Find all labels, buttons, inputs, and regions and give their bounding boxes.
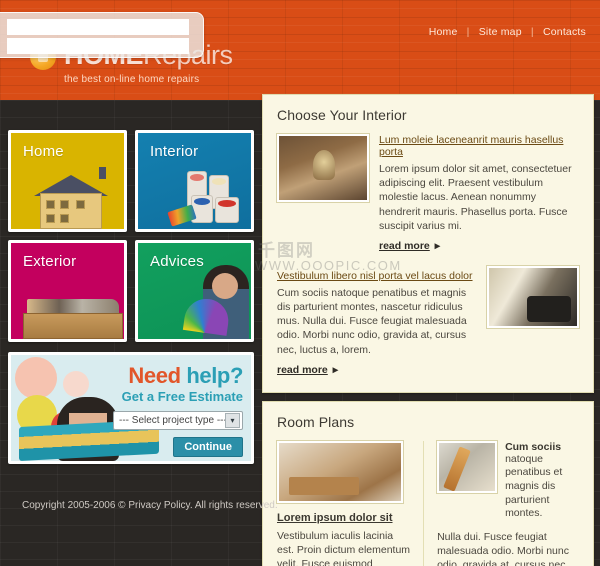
- panel-room-plans: Room Plans Lorem ipsum dolor sit Vestibu…: [262, 400, 594, 566]
- article-interior-2: Vestibulum libero nisl porta vel lacus d…: [277, 264, 580, 378]
- arrow-right-icon: ▸: [434, 239, 441, 252]
- nav-separator: |: [466, 26, 470, 38]
- japanese-room-photo[interactable]: [486, 264, 580, 329]
- top-navigation: Home | Site map | Contacts: [429, 26, 586, 38]
- room-plans-right-column: Cum sociis natoque penatibus et magnis d…: [423, 439, 579, 566]
- room-plans-right-head: Cum sociis natoque penatibus et magnis d…: [436, 439, 579, 521]
- house-window: [46, 200, 55, 209]
- nav-link-contacts[interactable]: Contacts: [543, 26, 586, 38]
- house-window: [76, 200, 85, 209]
- article-title-link[interactable]: Vestibulum libero nisl porta vel lacus d…: [277, 270, 473, 282]
- room-plans-columns: Lorem ipsum dolor sit Vestibulum iaculis…: [276, 439, 579, 566]
- right-column: Choose Your Interior Lum moleie lacenean…: [262, 94, 594, 566]
- room-plans-right-title: Cum sociis: [505, 440, 562, 453]
- paint-can: [215, 197, 239, 223]
- read-more-link[interactable]: read more ▸: [277, 364, 338, 376]
- section-title-interior: Choose Your Interior: [277, 107, 407, 123]
- category-tiles: Home Interior Exterior Advices: [8, 130, 254, 342]
- logo-tagline: the best on-line home repairs: [64, 74, 200, 85]
- nav-link-site-map[interactable]: Site map: [479, 26, 522, 38]
- room-plans-right-paragraph: Nulla dui. Fusce feugiat malesuada odio.…: [437, 530, 569, 566]
- read-more-label: read more: [277, 363, 328, 376]
- living-room-photo[interactable]: [276, 439, 404, 504]
- tile-advices-label: Advices: [150, 253, 204, 270]
- read-more-link[interactable]: read more ▸: [379, 240, 440, 252]
- room-plans-right-lead-block: Cum sociis natoque penatibus et magnis d…: [505, 441, 579, 521]
- fireplace-interior-photo[interactable]: [276, 133, 370, 203]
- promo-headline-rest: help?: [180, 363, 243, 388]
- tile-interior-label: Interior: [150, 143, 199, 160]
- project-type-select-value: --- Select project type ---: [119, 415, 225, 426]
- article-paragraph: Lorem ipsum dolor sit amet, consectetuer…: [379, 163, 572, 232]
- house-window: [46, 214, 55, 223]
- tile-home[interactable]: Home: [8, 130, 127, 232]
- arrow-right-icon: ▸: [332, 363, 339, 376]
- promo-headline: Need help?: [128, 363, 243, 389]
- room-plans-left-paragraph: Vestibulum iaculis lacinia est. Proin di…: [277, 529, 411, 566]
- continue-button[interactable]: Continue: [173, 437, 243, 457]
- paint-cans-illustration: [167, 165, 247, 227]
- article-body: Vestibulum libero nisl porta vel lacus d…: [277, 266, 477, 378]
- overlay-bar-top: [7, 19, 189, 35]
- house-window: [60, 214, 69, 223]
- room-plans-left-title[interactable]: Lorem ipsum dolor sit: [277, 512, 393, 524]
- overlay-panel: [0, 12, 204, 58]
- footer-copyright: Copyright 2005-2006 © Privacy Policy. Al…: [22, 500, 278, 511]
- article-body: Lum moleie laceneanrit mauris hasellus p…: [379, 134, 579, 254]
- tile-advices[interactable]: Advices: [135, 240, 254, 342]
- decorative-circle: [63, 371, 89, 397]
- room-plans-left-column: Lorem ipsum dolor sit Vestibulum iaculis…: [276, 439, 423, 566]
- promo-subheadline: Get a Free Estimate: [121, 389, 243, 404]
- overlay-bar-bottom: [7, 38, 189, 54]
- tile-exterior[interactable]: Exterior: [8, 240, 127, 342]
- project-type-select[interactable]: --- Select project type --- ▾: [113, 411, 243, 430]
- article-interior-1: Lum moleie laceneanrit mauris hasellus p…: [276, 133, 579, 254]
- article-title-link[interactable]: Lum moleie laceneanrit mauris hasellus p…: [379, 134, 579, 158]
- read-more-label: read more: [379, 239, 430, 252]
- tile-home-label: Home: [23, 143, 64, 160]
- toolbox-body: [23, 313, 123, 339]
- toolbox-illustration: [23, 297, 123, 339]
- decorative-circle: [15, 357, 57, 399]
- left-column: Home Interior Exterior Advices Need help…: [8, 130, 254, 464]
- promo-headline-strong: Need: [128, 363, 181, 388]
- article-paragraph: Cum sociis natoque penatibus et magnis d…: [277, 286, 467, 356]
- nav-separator: |: [530, 26, 534, 38]
- tile-interior[interactable]: Interior: [135, 130, 254, 232]
- panel-choose-your-interior: Choose Your Interior Lum moleie lacenean…: [262, 94, 594, 393]
- blueprint-pencil-photo[interactable]: [436, 439, 499, 494]
- house-illustration: [34, 167, 118, 229]
- section-title-room-plans: Room Plans: [277, 413, 355, 430]
- tile-exterior-label: Exterior: [23, 253, 77, 270]
- house-window: [60, 200, 69, 209]
- color-swatch: [167, 204, 197, 227]
- chevron-down-icon[interactable]: ▾: [225, 413, 240, 428]
- room-plans-right-lead: natoque penatibus et magnis dis parturie…: [505, 452, 563, 520]
- house-body: [40, 193, 102, 229]
- estimate-promo-box: Need help? Get a Free Estimate --- Selec…: [8, 352, 254, 464]
- nav-link-home[interactable]: Home: [429, 26, 458, 38]
